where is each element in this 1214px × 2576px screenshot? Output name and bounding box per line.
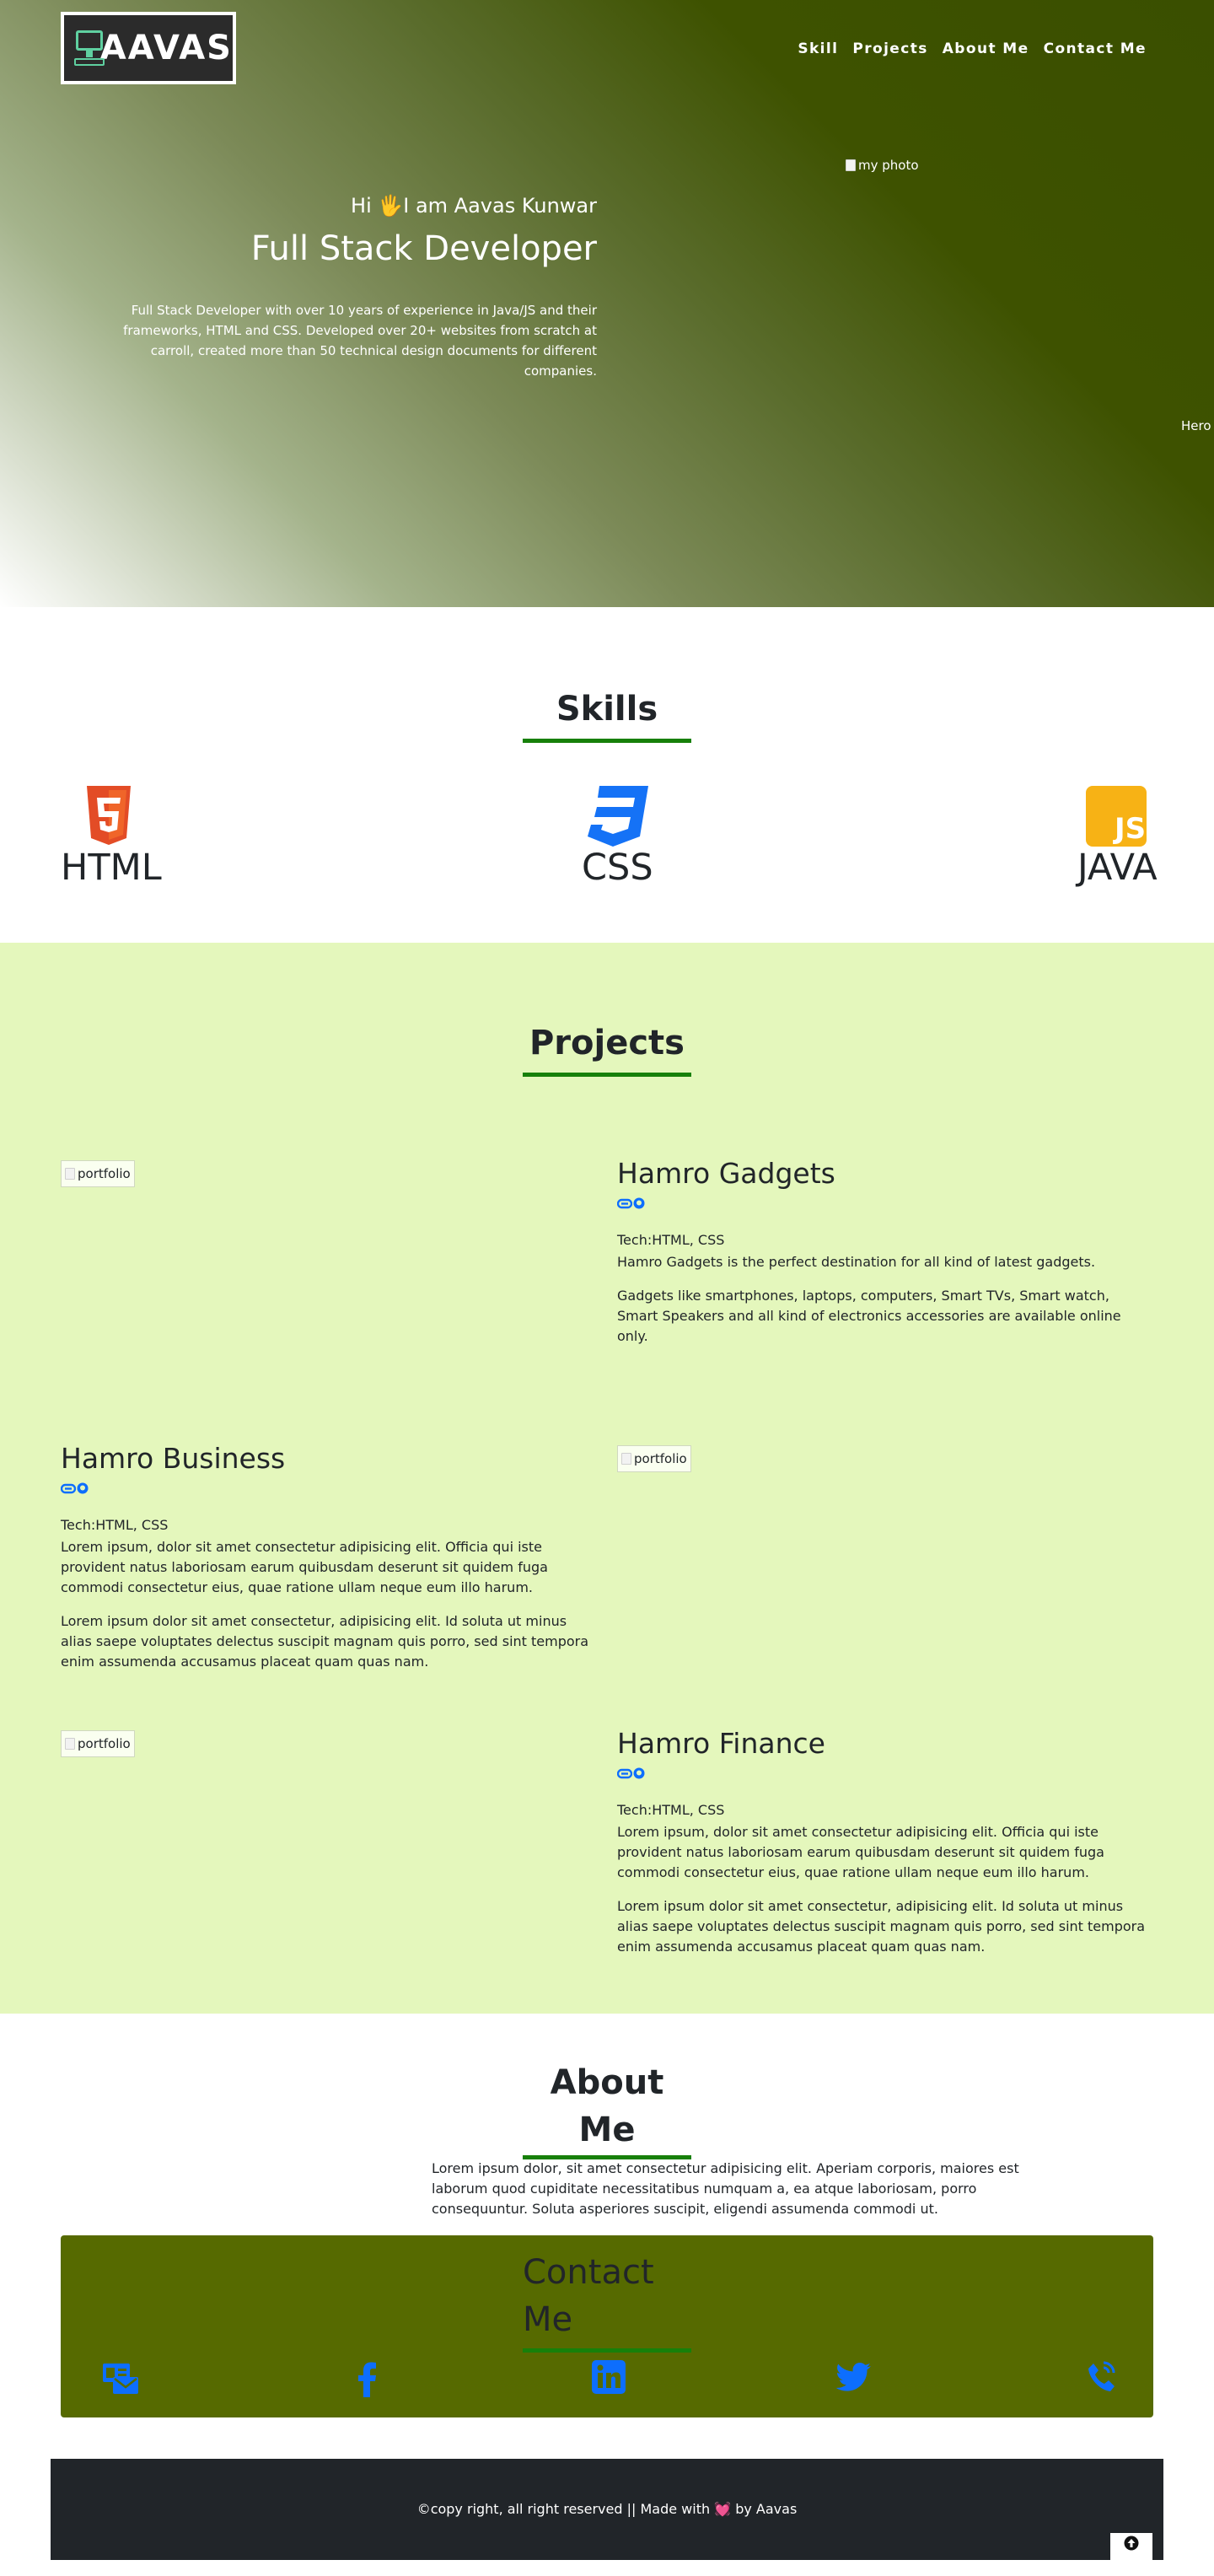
role-title: Full Stack Developer — [250, 229, 597, 268]
skill-name: HTML — [61, 847, 162, 889]
arrow-up-circle-icon — [1124, 2536, 1139, 2551]
project-tech: Tech:HTML, CSS — [617, 1802, 725, 1818]
contact-section: Contact Me — [61, 2235, 1153, 2417]
heart-icon: 💓 — [714, 2501, 732, 2517]
broken-image-icon — [65, 1168, 75, 1180]
main-nav: Skill Projects About Me Contact Me — [798, 40, 1147, 57]
skills-heading: Skills — [556, 690, 658, 729]
skill-html: HTML — [61, 786, 162, 889]
about-text: Lorem ipsum dolor, sit amet consectetur … — [432, 2160, 1019, 2217]
skill-java: JS JAVA — [1077, 786, 1158, 889]
broken-image-icon — [846, 159, 856, 171]
hero-section: AAVAS Skill Projects About Me Contact Me… — [0, 0, 1214, 607]
copyright-prefix: ©copy right, all right reserved || Made … — [416, 2501, 711, 2517]
project-image: portfolio — [61, 1730, 135, 1757]
projects-heading: Projects — [529, 1024, 685, 1062]
project-paragraph: Lorem ipsum dolor sit amet consectetur, … — [617, 1898, 1146, 1955]
about-heading: About Me — [550, 2063, 664, 2149]
project-paragraph: Gadgets like smartphones, laptops, compu… — [617, 1288, 1121, 1344]
copyright-text: ©copy right, all right reserved || Made … — [51, 2501, 1163, 2517]
project-paragraph: Lorem ipsum dolor sit amet consectetur, … — [61, 1613, 589, 1670]
photo-alt-text: my photo — [858, 158, 919, 173]
contact-heading: Contact Me — [523, 2253, 654, 2339]
twitter-icon[interactable] — [836, 2360, 872, 2394]
back-to-top-button[interactable] — [1110, 2533, 1152, 2560]
skill-name: JAVA — [1077, 847, 1158, 889]
svg-text:JS: JS — [1113, 812, 1146, 846]
projects-section: Projects portfolio Hamro Gadgets Tech:HT… — [0, 943, 1214, 2014]
project-title: Hamro Gadgets — [617, 1157, 835, 1190]
project-image: portfolio — [61, 1160, 135, 1187]
hero-image-alt: Hero — [1181, 418, 1211, 433]
profile-photo: my photo — [846, 158, 919, 173]
computer-icon — [74, 29, 105, 67]
project-title: Hamro Business — [61, 1442, 286, 1475]
project-links — [617, 1197, 645, 1209]
projects-heading-underline — [523, 1073, 691, 1077]
contact-heading-underline — [523, 2348, 691, 2353]
hero-description: Full Stack Developer with over 10 years … — [123, 303, 597, 379]
nav-link-skill[interactable]: Skill — [798, 40, 838, 57]
linkedin-icon[interactable] — [592, 2360, 626, 2394]
image-alt-text: portfolio — [78, 1736, 131, 1751]
nav-link-projects[interactable]: Projects — [852, 40, 927, 57]
broken-image-icon — [621, 1453, 631, 1465]
css3-icon — [588, 786, 648, 847]
project-description: Lorem ipsum, dolor sit amet consectetur … — [61, 1537, 592, 1672]
skill-name: CSS — [582, 847, 653, 889]
project-tech: Tech:HTML, CSS — [617, 1232, 725, 1248]
skill-css: CSS — [582, 786, 653, 889]
project-description: Lorem ipsum, dolor sit amet consectetur … — [617, 1822, 1148, 1957]
github-icon[interactable] — [633, 1767, 645, 1779]
github-icon[interactable] — [77, 1482, 89, 1494]
nav-link-contact[interactable]: Contact Me — [1044, 40, 1147, 57]
broken-image-icon — [65, 1738, 75, 1750]
nav-link-about[interactable]: About Me — [943, 40, 1029, 57]
hero-intro: Hi 🖐I am Aavas Kunwar Full Stack Develop… — [84, 194, 597, 381]
live-link-icon[interactable] — [61, 1482, 76, 1494]
skills-heading-underline — [523, 739, 691, 743]
facebook-icon[interactable] — [356, 2360, 379, 2397]
live-link-icon[interactable] — [617, 1767, 632, 1779]
live-link-icon[interactable] — [617, 1197, 632, 1209]
greeting: Hi 🖐I am Aavas Kunwar — [351, 194, 597, 218]
image-alt-text: portfolio — [634, 1451, 687, 1466]
project-image: portfolio — [617, 1445, 691, 1472]
project-paragraph: Lorem ipsum, dolor sit amet consectetur … — [617, 1824, 1104, 1880]
logo-text: AAVAS — [99, 29, 233, 67]
github-icon[interactable] — [633, 1197, 645, 1209]
footer: ©copy right, all right reserved || Made … — [51, 2459, 1163, 2560]
phone-icon[interactable] — [1086, 2360, 1116, 2394]
html5-icon — [87, 786, 131, 845]
copyright-suffix: by Aavas — [735, 2501, 798, 2517]
project-title: Hamro Finance — [617, 1727, 825, 1760]
project-paragraph: Lorem ipsum, dolor sit amet consectetur … — [61, 1539, 548, 1595]
project-tech: Tech:HTML, CSS — [61, 1517, 169, 1533]
site-logo[interactable]: AAVAS — [61, 12, 236, 84]
project-links — [61, 1482, 89, 1494]
contact-card-icon[interactable] — [101, 2360, 140, 2397]
project-links — [617, 1767, 645, 1779]
project-description: Hamro Gadgets is the perfect destination… — [617, 1252, 1140, 1347]
project-paragraph: Hamro Gadgets is the perfect destination… — [617, 1254, 1096, 1270]
image-alt-text: portfolio — [78, 1166, 131, 1181]
js-icon: JS — [1086, 786, 1147, 847]
